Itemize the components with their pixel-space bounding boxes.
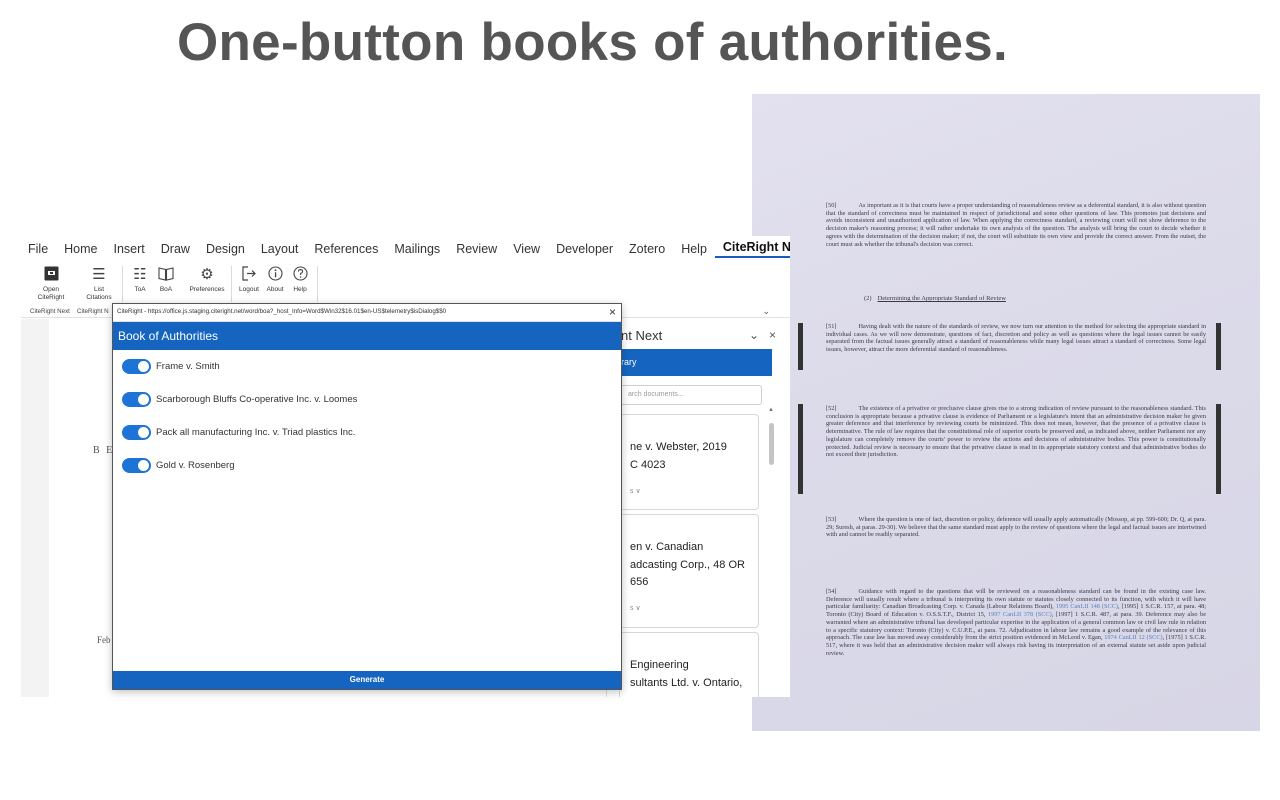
chevron-down-icon[interactable]: ⌄: [749, 328, 759, 342]
menu-review[interactable]: Review: [448, 242, 505, 256]
card-title-line: 656: [630, 576, 649, 588]
scrollbar-thumb[interactable]: [769, 423, 774, 465]
group-label-citeright-next: CiteRight Next: [30, 308, 70, 315]
menu-view[interactable]: View: [505, 242, 548, 256]
dialog-titlebar: CiteRight - https://office.js.staging.ci…: [113, 304, 621, 322]
menu-developer[interactable]: Developer: [548, 242, 621, 256]
citeright-logo-icon: [31, 266, 71, 283]
authority-item[interactable]: Frame v. Smith: [122, 357, 220, 375]
highlight-bracket-left-2: [798, 404, 803, 494]
authority-label: Pack all manufacturing Inc. v. Triad pla…: [156, 426, 356, 438]
preferences-button[interactable]: ⚙ Preferences: [187, 266, 227, 294]
pane-scrollbar[interactable]: ▲: [767, 405, 775, 695]
highlight-bracket-right: [1216, 323, 1221, 370]
highlight-bracket-left: [798, 323, 803, 370]
printed-judgment-photo: [50] As important as it is that courts ha…: [752, 94, 1260, 731]
hamburger-list-icon: ☰: [92, 266, 106, 283]
menu-file[interactable]: File: [21, 242, 56, 256]
generate-button[interactable]: Generate: [113, 671, 621, 689]
headline: One-button books of authorities.: [176, 13, 1009, 72]
authority-item[interactable]: Pack all manufacturing Inc. v. Triad pla…: [122, 423, 355, 441]
menu-help[interactable]: Help: [673, 242, 715, 256]
authority-toggle[interactable]: [122, 424, 151, 440]
menu-draw[interactable]: Draw: [153, 242, 198, 256]
authority-item[interactable]: Gold v. Rosenberg: [122, 456, 235, 474]
document-card[interactable]: en v. Canadian adcasting Corp., 48 OR 65…: [619, 514, 759, 628]
dialog-heading: Book of Authorities: [113, 322, 621, 350]
ribbon-collapse-icon[interactable]: ⌄: [762, 306, 770, 317]
card-title-line: sultants Ltd. v. Ontario,: [630, 677, 743, 689]
authority-toggle[interactable]: [122, 358, 151, 374]
authority-item[interactable]: Scarborough Bluffs Co-operative Inc. v. …: [122, 390, 357, 408]
info-icon: [263, 266, 287, 283]
scroll-up-arrow-icon[interactable]: ▲: [768, 407, 774, 413]
paragraph-53: [53] Where the question is one of fact, d…: [826, 516, 1206, 539]
question-circle-icon: [289, 266, 311, 283]
authority-label: Scarborough Bluffs Co-operative Inc. v. …: [156, 393, 358, 405]
logout-button[interactable]: Logout: [235, 266, 263, 294]
subheading: (2) Determining the Appropriate Standard …: [864, 295, 1006, 302]
paragraph-54: [54] Guidance with regard to the question…: [826, 588, 1207, 657]
menu-layout[interactable]: Layout: [253, 242, 307, 256]
card-title-line: ne v. Webster, 2019: [630, 441, 727, 453]
menu-mailings[interactable]: Mailings: [386, 242, 448, 256]
logout-icon: [235, 266, 263, 283]
gear-icon: ⚙: [200, 266, 214, 283]
authority-toggle[interactable]: [122, 457, 151, 473]
dialog-url: CiteRight - https://office.js.staging.ci…: [117, 308, 447, 315]
open-citeright-button[interactable]: Open CiteRight: [31, 266, 71, 301]
card-title-line: Engineering: [630, 659, 689, 671]
menu-references[interactable]: References: [306, 242, 386, 256]
pane-title: nt Next: [621, 328, 663, 343]
menu-home[interactable]: Home: [56, 242, 105, 256]
about-button[interactable]: About: [263, 266, 287, 294]
highlight-bracket-right-2: [1216, 404, 1221, 494]
help-button[interactable]: Help: [289, 266, 311, 294]
ribbon-separator: [317, 266, 318, 302]
paragraph-50: [50] As important as it is that courts ha…: [826, 202, 1206, 248]
authority-toggle[interactable]: [122, 391, 151, 407]
open-book-icon: [155, 266, 177, 283]
close-icon[interactable]: ×: [769, 328, 776, 342]
bulleted-list-icon: ☷: [133, 266, 147, 283]
card-title-line: adcasting Corp., 48 OR: [630, 559, 745, 571]
card-expand-toggle[interactable]: s ∨: [630, 487, 641, 495]
tab-library[interactable]: rary: [607, 349, 772, 376]
citeright-side-pane: nt Next ⌄ × rary arch documents... ne v.…: [606, 319, 790, 697]
close-icon[interactable]: ×: [609, 305, 616, 319]
book-of-authorities-dialog: CiteRight - https://office.js.staging.ci…: [112, 303, 622, 690]
menu-design[interactable]: Design: [198, 242, 253, 256]
card-expand-toggle[interactable]: s ∨: [630, 604, 641, 612]
page-text-feb: Feb: [97, 635, 111, 645]
toa-button[interactable]: ☷ ToA: [129, 266, 151, 294]
document-card[interactable]: Engineering sultants Ltd. v. Ontario,: [619, 632, 759, 697]
ribbon-separator: [122, 266, 123, 302]
paragraph-52: [52] The existence of a privative or prec…: [826, 405, 1206, 459]
menu-zotero[interactable]: Zotero: [621, 242, 673, 256]
authority-label: Frame v. Smith: [156, 360, 220, 372]
ribbon-separator: [231, 266, 232, 302]
authority-label: Gold v. Rosenberg: [156, 459, 235, 471]
search-documents-input[interactable]: arch documents...: [619, 385, 762, 405]
menu-citeright-next[interactable]: CiteRight Next: [714, 240, 790, 258]
card-title-line: C 4023: [630, 459, 666, 471]
boa-button[interactable]: BoA: [155, 266, 177, 294]
document-card[interactable]: ne v. Webster, 2019 C 4023 s ∨: [619, 414, 759, 510]
group-label-citeright-n: CiteRight N: [77, 308, 109, 315]
paragraph-51: [51] Having dealt with the nature of the …: [826, 323, 1206, 354]
menu-bar: File Home Insert Draw Design Layout Refe…: [21, 236, 790, 262]
list-citations-button[interactable]: ☰ List Citations: [81, 266, 117, 301]
card-title-line: en v. Canadian: [630, 541, 704, 553]
menu-insert[interactable]: Insert: [106, 242, 153, 256]
